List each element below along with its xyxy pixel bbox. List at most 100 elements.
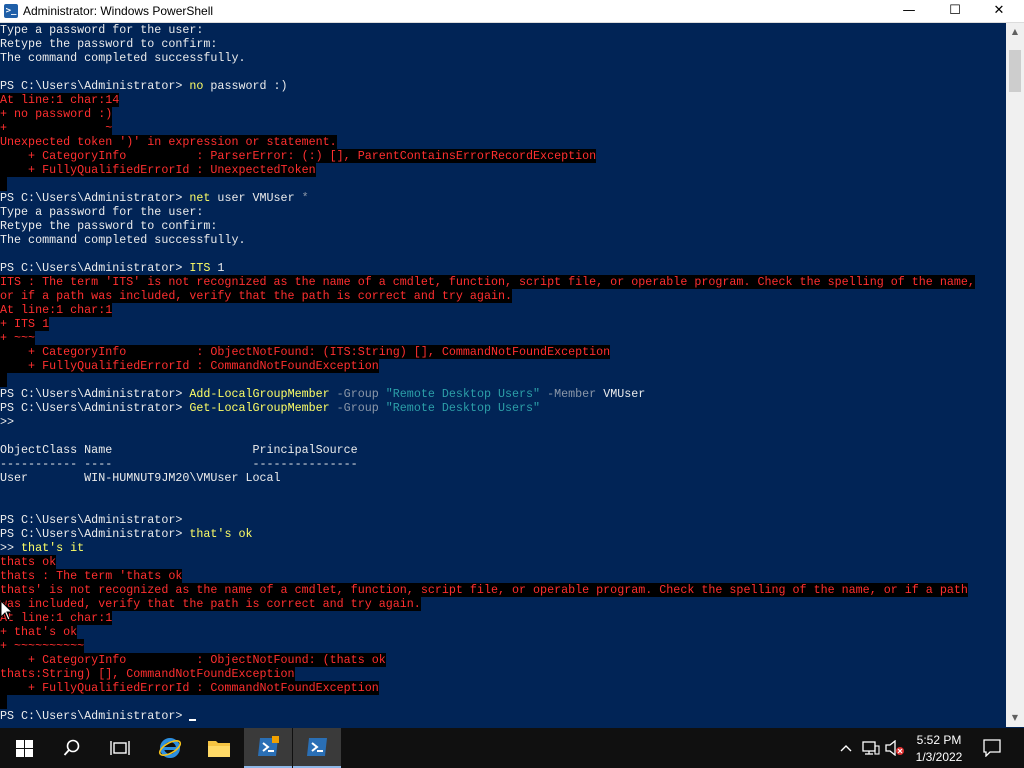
server-manager-button[interactable] [244,728,292,768]
error-text: At line:1 char:14 [0,93,120,107]
windows-logo-icon [15,739,33,757]
console-text: PS C:\Users\Administrator> [0,527,190,541]
console-line: The command completed successfully. [0,233,245,247]
console-line: >> [0,415,14,429]
search-button[interactable] [48,728,96,768]
console-line: PS C:\Users\Administrator> Add-LocalGrou… [0,387,645,401]
console-line: thats:String) [], CommandNotFoundExcepti… [0,667,295,681]
console-line: ObjectClass Name PrincipalSource [0,443,358,457]
console-line: + no password :) [0,107,113,121]
show-hidden-icons-button[interactable] [837,728,855,768]
console-line: ITS : The term 'ITS' is not recognized a… [0,275,975,289]
console-text: user VMUser [210,191,302,205]
console-line: + ~~~~~~~~~~ [0,639,85,653]
console-line: Unexpected token ')' in expression or st… [0,135,337,149]
clock-time: 5:52 PM [916,733,962,747]
console-text: -Member [540,387,604,401]
server-manager-icon [258,736,279,756]
error-text: ITS : The term 'ITS' is not recognized a… [0,275,975,289]
console-text: User WIN-HUMNUT9JM20\VMUser Local [0,471,281,485]
console-line [0,695,8,709]
console-line: + ~~~ [0,331,36,345]
console-line: Retype the password to confirm: [0,37,217,51]
console-line: + that's ok [0,625,78,639]
console-line: >> that's it [0,541,84,555]
scroll-up-arrow-icon[interactable]: ▲ [1006,23,1024,41]
console-line: Retype the password to confirm: [0,219,217,233]
console-text: PS C:\Users\Administrator> [0,401,190,415]
console-text: PS C:\Users\Administrator> [0,261,190,275]
console-line: thats : The term 'thats ok [0,569,183,583]
console-output[interactable]: Type a password for the user: Retype the … [0,23,1006,727]
error-text [0,373,8,387]
console-text: net [189,191,211,205]
volume-tray-button[interactable] [884,728,906,768]
console-line: PS C:\Users\Administrator> no password :… [0,79,288,93]
console-line: + FullyQualifiedErrorId : CommandNotFoun… [0,681,379,695]
console-line: PS C:\Users\Administrator> Get-LocalGrou… [0,401,540,415]
console-text: The command completed successfully. [0,233,246,247]
scroll-down-arrow-icon[interactable]: ▼ [1006,709,1024,727]
error-text: or if a path was included, verify that t… [0,289,512,303]
network-tray-button[interactable] [860,728,882,768]
error-text: + CategoryInfo : ObjectNotFound: (thats … [0,653,386,667]
console-text: that's ok [189,527,253,541]
console-line: thats ok [0,555,57,569]
error-text: + ~~~~~~~~~~ [0,639,85,653]
folder-icon [208,741,230,757]
file-explorer-button[interactable] [195,728,243,768]
console-text: VMUser [603,387,646,401]
notifications-button[interactable] [978,728,1006,768]
error-text: + FullyQualifiedErrorId : UnexpectedToke… [0,163,316,177]
powershell-icon [307,738,327,756]
error-text: was included, verify that the path is co… [0,597,421,611]
error-text: + no password :) [0,107,113,121]
console-line [0,373,8,387]
task-view-button[interactable] [96,728,144,768]
error-text: + ITS 1 [0,317,50,331]
console-text: >> [0,541,22,555]
console-line: PS C:\Users\Administrator> that's ok [0,527,253,541]
start-button[interactable] [0,728,48,768]
console-line: + CategoryInfo : ObjectNotFound: (thats … [0,653,386,667]
error-text: At line:1 char:1 [0,611,113,625]
console-text: -Group [329,401,386,415]
chevron-up-icon [840,745,852,752]
powershell-icon: >_ [4,4,18,18]
console-text: PS C:\Users\Administrator> [0,513,183,527]
internet-explorer-button[interactable] [146,728,194,768]
console-text: >> [0,415,15,429]
vertical-scrollbar[interactable]: ▲ ▼ [1006,23,1024,727]
error-text: thats : The term 'thats ok [0,569,183,583]
minimize-button[interactable]: — [886,0,932,22]
console-line: Type a password for the user: [0,205,203,219]
console-text: ----------- ---- --------------- [0,457,358,471]
error-text: + CategoryInfo : ParserError: (:) [], Pa… [0,149,597,163]
mouse-pointer-icon [0,600,14,621]
error-text [0,177,8,191]
volume-muted-icon [885,740,904,756]
text-cursor [189,719,197,721]
console-text: Type a password for the user: [0,23,204,37]
error-text: + that's ok [0,625,78,639]
console-line: was included, verify that the path is co… [0,597,421,611]
task-view-icon [110,741,130,755]
close-button[interactable]: ✕ [976,0,1022,22]
console-line: At line:1 char:1 [0,303,113,317]
maximize-button[interactable]: ☐ [932,0,978,22]
console-text: Get-LocalGroupMember [189,401,330,415]
error-text: Unexpected token ')' in expression or st… [0,135,337,149]
console-line: ----------- ---- --------------- [0,457,358,471]
console-text: Add-LocalGroupMember [189,387,330,401]
error-text: + FullyQualifiedErrorId : CommandNotFoun… [0,359,379,373]
scroll-thumb[interactable] [1009,50,1021,92]
search-icon [63,739,80,756]
console-line: thats' is not recognized as the name of … [0,583,968,597]
clock[interactable]: 5:52 PM 1/3/2022 [905,732,973,766]
console-line [0,177,8,191]
console-line: The command completed successfully. [0,51,245,65]
powershell-button[interactable] [293,728,341,768]
error-text: + ~~~ [0,331,36,345]
console-text: The command completed successfully. [0,51,246,65]
console-line: + FullyQualifiedErrorId : CommandNotFoun… [0,359,379,373]
